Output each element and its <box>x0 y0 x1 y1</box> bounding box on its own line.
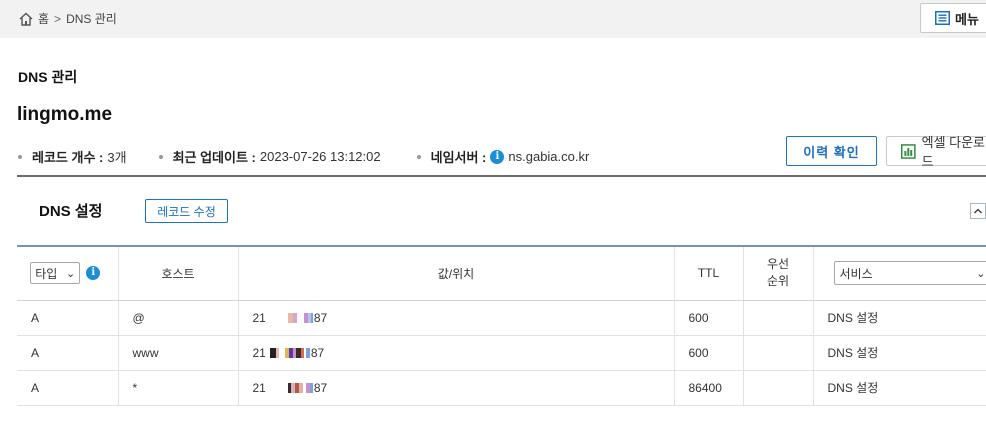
record-host: @ <box>117 300 238 336</box>
excel-button-label: 엑셀 다운로드 <box>921 135 986 169</box>
chevron-up-icon <box>974 208 982 214</box>
record-priority <box>742 370 813 406</box>
record-host: www <box>117 335 238 371</box>
record-type: A <box>17 370 118 406</box>
record-value-prefix: 21 <box>252 380 266 395</box>
record-value-suffix: 87 <box>310 345 325 360</box>
home-icon[interactable] <box>18 11 34 27</box>
record-service: DNS 설정 <box>812 370 986 406</box>
bullet-dot <box>158 154 163 159</box>
record-ttl: 600 <box>673 300 743 336</box>
record-service: DNS 설정 <box>812 335 986 371</box>
redacted-ip-segment <box>287 312 313 323</box>
record-host: * <box>117 370 238 406</box>
section-divider <box>17 175 986 177</box>
excel-download-button[interactable]: 엑셀 다운로드 <box>886 135 986 169</box>
service-filter-select[interactable]: 서비스 ⌄ <box>833 261 986 286</box>
record-ttl: 600 <box>673 335 743 371</box>
record-value-prefix: 21 <box>252 310 266 325</box>
top-bar: 홈 > DNS 관리 메뉴 <box>0 0 986 38</box>
record-value: 21 87 <box>237 335 674 371</box>
dns-records-table: 타입 ⌄ i 호스트 값/위치 TTL 우선 순위 서비스 ⌄ A @ 21 8… <box>17 245 986 406</box>
host-column-header: 호스트 <box>117 245 238 301</box>
table-row: A www 21 87 600 DNS 설정 <box>17 335 986 371</box>
breadcrumb-separator: > <box>54 11 62 26</box>
menu-list-icon <box>935 11 950 25</box>
service-column-header: 서비스 ⌄ <box>812 245 986 301</box>
table-row: A * 21 87 86400 DNS 설정 <box>17 370 986 406</box>
redacted-ip-segment <box>287 382 313 393</box>
edit-records-button[interactable]: 레코드 수정 <box>145 199 228 223</box>
record-count: 레코드 개수 : 3개 <box>18 147 127 166</box>
chevron-down-icon: ⌄ <box>66 267 76 280</box>
record-value: 21 87 <box>237 370 674 406</box>
last-updated-label: 최근 업데이트 : <box>172 150 256 165</box>
record-count-value: 3개 <box>107 150 127 165</box>
page-title: DNS 관리 <box>18 69 78 85</box>
domain-name: lingmo.me <box>17 104 113 125</box>
table-header-row: 타입 ⌄ i 호스트 값/위치 TTL 우선 순위 서비스 ⌄ <box>17 245 986 301</box>
record-priority <box>742 300 813 336</box>
last-updated-value: 2023-07-26 13:12:02 <box>259 149 381 164</box>
bullet-dot <box>416 154 421 159</box>
nameserver: 네임서버 : i ns.gabia.co.kr <box>416 147 590 166</box>
collapse-button[interactable] <box>970 203 986 219</box>
redacted-ip-segment <box>269 347 310 358</box>
service-filter-value: 서비스 <box>839 266 873 281</box>
priority-header-line2: 순위 <box>766 274 790 289</box>
type-filter-value: 타입 <box>35 266 58 281</box>
record-value-suffix: 87 <box>313 380 328 395</box>
history-button[interactable]: 이력 확인 <box>786 136 877 166</box>
breadcrumb: 홈 > DNS 관리 <box>18 10 117 27</box>
record-service: DNS 설정 <box>812 300 986 336</box>
menu-button[interactable]: 메뉴 <box>920 3 986 33</box>
domain-meta: 레코드 개수 : 3개 최근 업데이트 : 2023-07-26 13:12:0… <box>18 147 589 166</box>
menu-button-label: 메뉴 <box>955 11 979 27</box>
priority-header-line1: 우선 <box>766 257 790 272</box>
bullet-dot <box>18 154 22 159</box>
info-icon[interactable]: i <box>490 149 505 164</box>
record-value: 21 87 <box>237 300 674 336</box>
record-ttl: 86400 <box>673 370 743 406</box>
breadcrumb-current: DNS 관리 <box>66 12 117 26</box>
last-updated: 최근 업데이트 : 2023-07-26 13:12:02 <box>158 147 381 166</box>
nameserver-label: 네임서버 : <box>430 150 487 165</box>
record-type: A <box>17 300 118 336</box>
chevron-down-icon: ⌄ <box>976 267 986 280</box>
table-row: A @ 21 87 600 DNS 설정 <box>17 300 986 336</box>
priority-column-header: 우선 순위 <box>742 245 813 301</box>
nameserver-value: ns.gabia.co.kr <box>508 149 590 164</box>
type-info-icon[interactable]: i <box>86 266 101 281</box>
record-value-prefix: 21 <box>252 345 266 360</box>
type-filter-select[interactable]: 타입 ⌄ <box>30 262 81 285</box>
excel-chart-icon <box>901 143 916 159</box>
type-column-header: 타입 ⌄ i <box>17 245 118 301</box>
breadcrumb-home[interactable]: 홈 <box>38 10 49 27</box>
value-column-header: 값/위치 <box>237 245 674 301</box>
record-count-label: 레코드 개수 : <box>32 150 104 165</box>
record-type: A <box>17 335 118 371</box>
record-value-suffix: 87 <box>313 310 328 325</box>
ttl-column-header: TTL <box>673 245 743 301</box>
dns-settings-title: DNS 설정 <box>39 203 103 220</box>
record-priority <box>742 335 813 371</box>
